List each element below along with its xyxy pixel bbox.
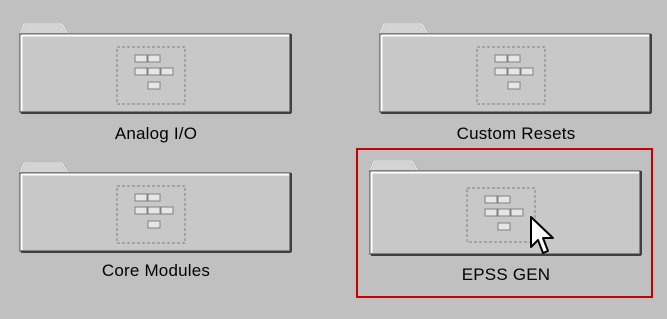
folder-label: EPSS GEN <box>461 265 551 284</box>
folder-core-modules[interactable]: Core Modules <box>18 159 294 291</box>
folder-icon <box>368 160 642 256</box>
folder-icon <box>18 23 292 114</box>
folder-label: Custom Resets <box>456 124 576 143</box>
folder-custom-resets[interactable]: Custom Resets <box>378 20 654 152</box>
mouse-pointer-icon <box>530 216 554 254</box>
folder-analog-io[interactable]: Analog I/O <box>18 20 294 152</box>
folder-icon <box>378 23 652 114</box>
folder-icon <box>18 162 292 253</box>
folder-label: Analog I/O <box>114 124 198 143</box>
folder-epss-gen[interactable]: EPSS GEN <box>368 157 644 289</box>
folder-label: Core Modules <box>101 261 211 280</box>
